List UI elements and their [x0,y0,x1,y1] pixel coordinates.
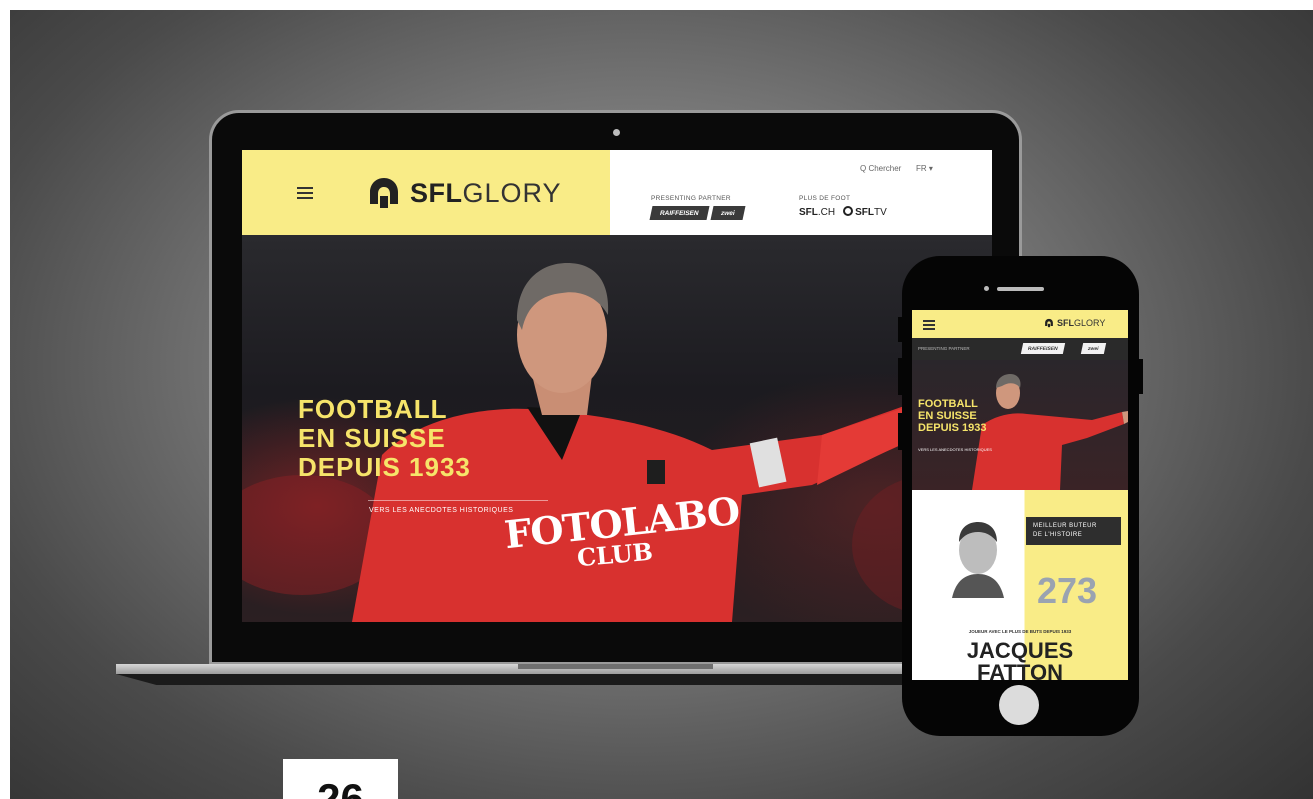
menu-icon[interactable] [297,187,313,199]
phone-screen: SFL GLORY PRESENTING PARTNER RAIFFEISEN z… [912,310,1128,680]
phone-home-button [999,685,1039,725]
mobile-hero-title: FOOTBALL EN SUISSE DEPUIS 1933 [918,398,987,434]
laptop-camera [613,129,620,136]
site-header: SFL GLORY Q Chercher FR ▾ PRESENTING PAR… [242,150,992,235]
plus-de-foot-caption: PLUS DE FOOT [799,195,851,202]
sfltv-icon [843,206,854,216]
mobile-hero: FOOTBALL EN SUISSE DEPUIS 1933 VERS LES … [912,360,1128,490]
mobile-partner-raiffeisen[interactable]: RAIFFEISEN [1020,343,1065,354]
mobile-partner-caption: PRESENTING PARTNER [918,346,970,351]
hero-title: FOOTBALL EN SUISSE DEPUIS 1933 [298,394,471,482]
language-selector[interactable]: FR ▾ [916,164,933,173]
site-logo[interactable]: SFL GLORY [366,176,562,210]
mobile-header: SFL GLORY [912,310,1128,338]
page-number-tab: 26 [283,759,398,799]
player-portrait [942,508,1014,598]
sfltv-link[interactable]: SFLTV [843,206,887,218]
partner-raiffeisen-logo[interactable]: RAIFFEISEN [649,206,710,220]
mobile-partner-zwei[interactable]: zwei [1080,343,1106,354]
search-link[interactable]: Q Chercher [860,164,901,173]
laptop-screen: SFL GLORY Q Chercher FR ▾ PRESENTING PAR… [242,150,992,622]
mobile-menu-icon[interactable] [923,320,935,330]
hero-divider [368,500,548,501]
sflch-link[interactable]: SFL.CH [799,207,835,218]
mockup-background: SFL GLORY Q Chercher FR ▾ PRESENTING PAR… [10,10,1313,799]
header-partners-area: Q Chercher FR ▾ PRESENTING PARTNER RAIFF… [610,150,992,235]
phone-camera [984,286,989,291]
sfl-logo-icon [370,178,398,208]
hero-banner: FOTOLABO CLUB FOOTBALL EN SUISSE DEPUIS … [242,235,992,622]
sfl-logo-icon [1045,318,1053,328]
mobile-hero-cta[interactable]: VERS LES ANECDOTES HISTORIQUES [918,447,992,452]
hero-cta-link[interactable]: VERS LES ANECDOTES HISTORIQUES [369,507,513,514]
logo-bold-text: SFL [410,177,463,208]
header-brand-area: SFL GLORY [242,150,610,235]
presenting-partner-block: PRESENTING PARTNER RAIFFEISEN zwei [649,195,745,220]
mobile-partner-bar: PRESENTING PARTNER RAIFFEISEN zwei [912,338,1128,360]
stat-value: 273 [1037,570,1098,611]
laptop-notch [518,664,713,669]
player-name: JACQUES FATTON [966,638,1074,681]
logo-light-text: GLORY [462,177,562,208]
phone-speaker [997,287,1044,291]
stat-subtitle: JOUEUR AVEC LE PLUS DE BUTS DEPUIS 1933 [968,629,1072,634]
mobile-stat-card: MEILLEUR BUTEUR DE L'HISTOIRE 273 JOUEUR… [912,490,1128,680]
phone-button [1139,359,1143,394]
partner-zwei-logo[interactable]: zwei [710,206,745,220]
presenting-partner-caption: PRESENTING PARTNER [651,195,731,202]
stat-label-box: MEILLEUR BUTEUR DE L'HISTOIRE [1026,517,1121,545]
mobile-logo[interactable]: SFL GLORY [1044,318,1105,328]
plus-de-foot-block: PLUS DE FOOT SFL.CH SFLTV [799,195,887,218]
portrait-photo [952,522,1004,598]
